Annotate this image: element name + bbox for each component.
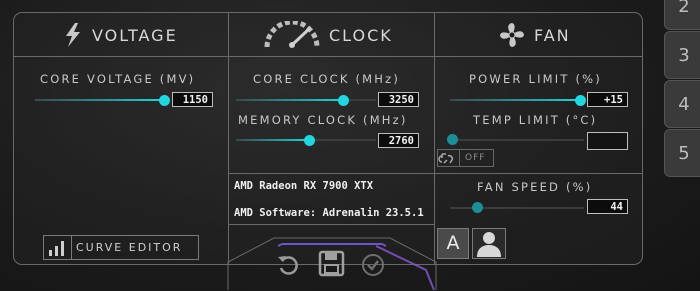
clock-info-divider (228, 173, 435, 174)
power-limit-fill (450, 99, 582, 101)
memory-clock-value[interactable]: 2760 (378, 133, 419, 148)
software-version: AMD Software: Adrenalin 23.5.1 (234, 207, 424, 219)
core-voltage-fill (35, 99, 165, 101)
memory-clock-label: MEMORY CLOCK (MHz) (238, 113, 408, 127)
auto-fan-label: A (446, 232, 460, 254)
speedometer-icon (264, 21, 320, 48)
temp-limit-slider[interactable] (447, 134, 458, 145)
link-icon (438, 153, 454, 164)
profile-tab-2-label: 2 (678, 0, 690, 17)
link-toggle-label: OFF (465, 153, 486, 163)
profile-tab-2[interactable]: 2 (664, 0, 700, 30)
curve-editor-button[interactable]: CURVE EDITOR (43, 235, 199, 260)
voltage-header-label: VOLTAGE (92, 25, 178, 45)
fan-speed-value[interactable]: 44 (587, 199, 628, 214)
gpu-name: AMD Radeon RX 7900 XTX (234, 180, 374, 192)
reset-icon[interactable] (276, 253, 300, 277)
profile-tab-5[interactable]: 5 (664, 129, 700, 177)
core-voltage-slider[interactable] (159, 95, 170, 106)
power-limit-label: POWER LIMIT (%) (469, 72, 602, 86)
fan-speed-label: FAN SPEED (%) (477, 180, 593, 194)
profile-tab-5-label: 5 (678, 143, 690, 164)
fan-icon (500, 23, 524, 47)
fan-header-label: FAN (534, 25, 571, 45)
profile-tab-3-label: 3 (678, 45, 690, 66)
clock-header: CLOCK (263, 21, 393, 48)
core-clock-value[interactable]: 3250 (378, 92, 419, 107)
user-fan-button[interactable] (472, 228, 506, 259)
auto-fan-button[interactable]: A (437, 228, 469, 259)
fan-header: FAN (498, 22, 571, 48)
profile-tab-4-label: 4 (678, 94, 690, 115)
core-voltage-value[interactable]: 1150 (172, 92, 213, 107)
core-voltage-label: CORE VOLTAGE (MV) (40, 72, 196, 86)
temp-limit-label: TEMP LIMIT (°C) (473, 113, 598, 127)
profile-tab-3[interactable]: 3 (664, 31, 700, 79)
power-limit-value[interactable]: +15 (587, 92, 628, 107)
voltage-header: VOLTAGE (62, 22, 178, 48)
memory-clock-slider[interactable] (304, 135, 315, 146)
curve-editor-label: CURVE EDITOR (76, 241, 183, 254)
apply-icon[interactable] (361, 253, 385, 277)
core-clock-label: CORE CLOCK (MHz) (253, 72, 401, 86)
user-icon (477, 232, 501, 257)
bar-chart-icon (49, 241, 64, 256)
lightning-icon (66, 23, 80, 47)
profile-tab-4[interactable]: 4 (664, 80, 700, 128)
memory-clock-fill (236, 139, 310, 141)
temp-limit-track (450, 139, 584, 141)
link-toggle[interactable]: OFF (437, 149, 494, 167)
header-divider (13, 56, 642, 57)
clock-header-label: CLOCK (329, 25, 393, 45)
fan-divider (434, 173, 642, 174)
fan-speed-slider[interactable] (472, 202, 483, 213)
temp-limit-value[interactable] (587, 132, 628, 150)
save-icon[interactable] (318, 250, 345, 277)
fan-speed-track (450, 207, 584, 209)
core-clock-fill (236, 99, 344, 101)
power-limit-slider[interactable] (575, 95, 586, 106)
core-clock-slider[interactable] (338, 95, 349, 106)
